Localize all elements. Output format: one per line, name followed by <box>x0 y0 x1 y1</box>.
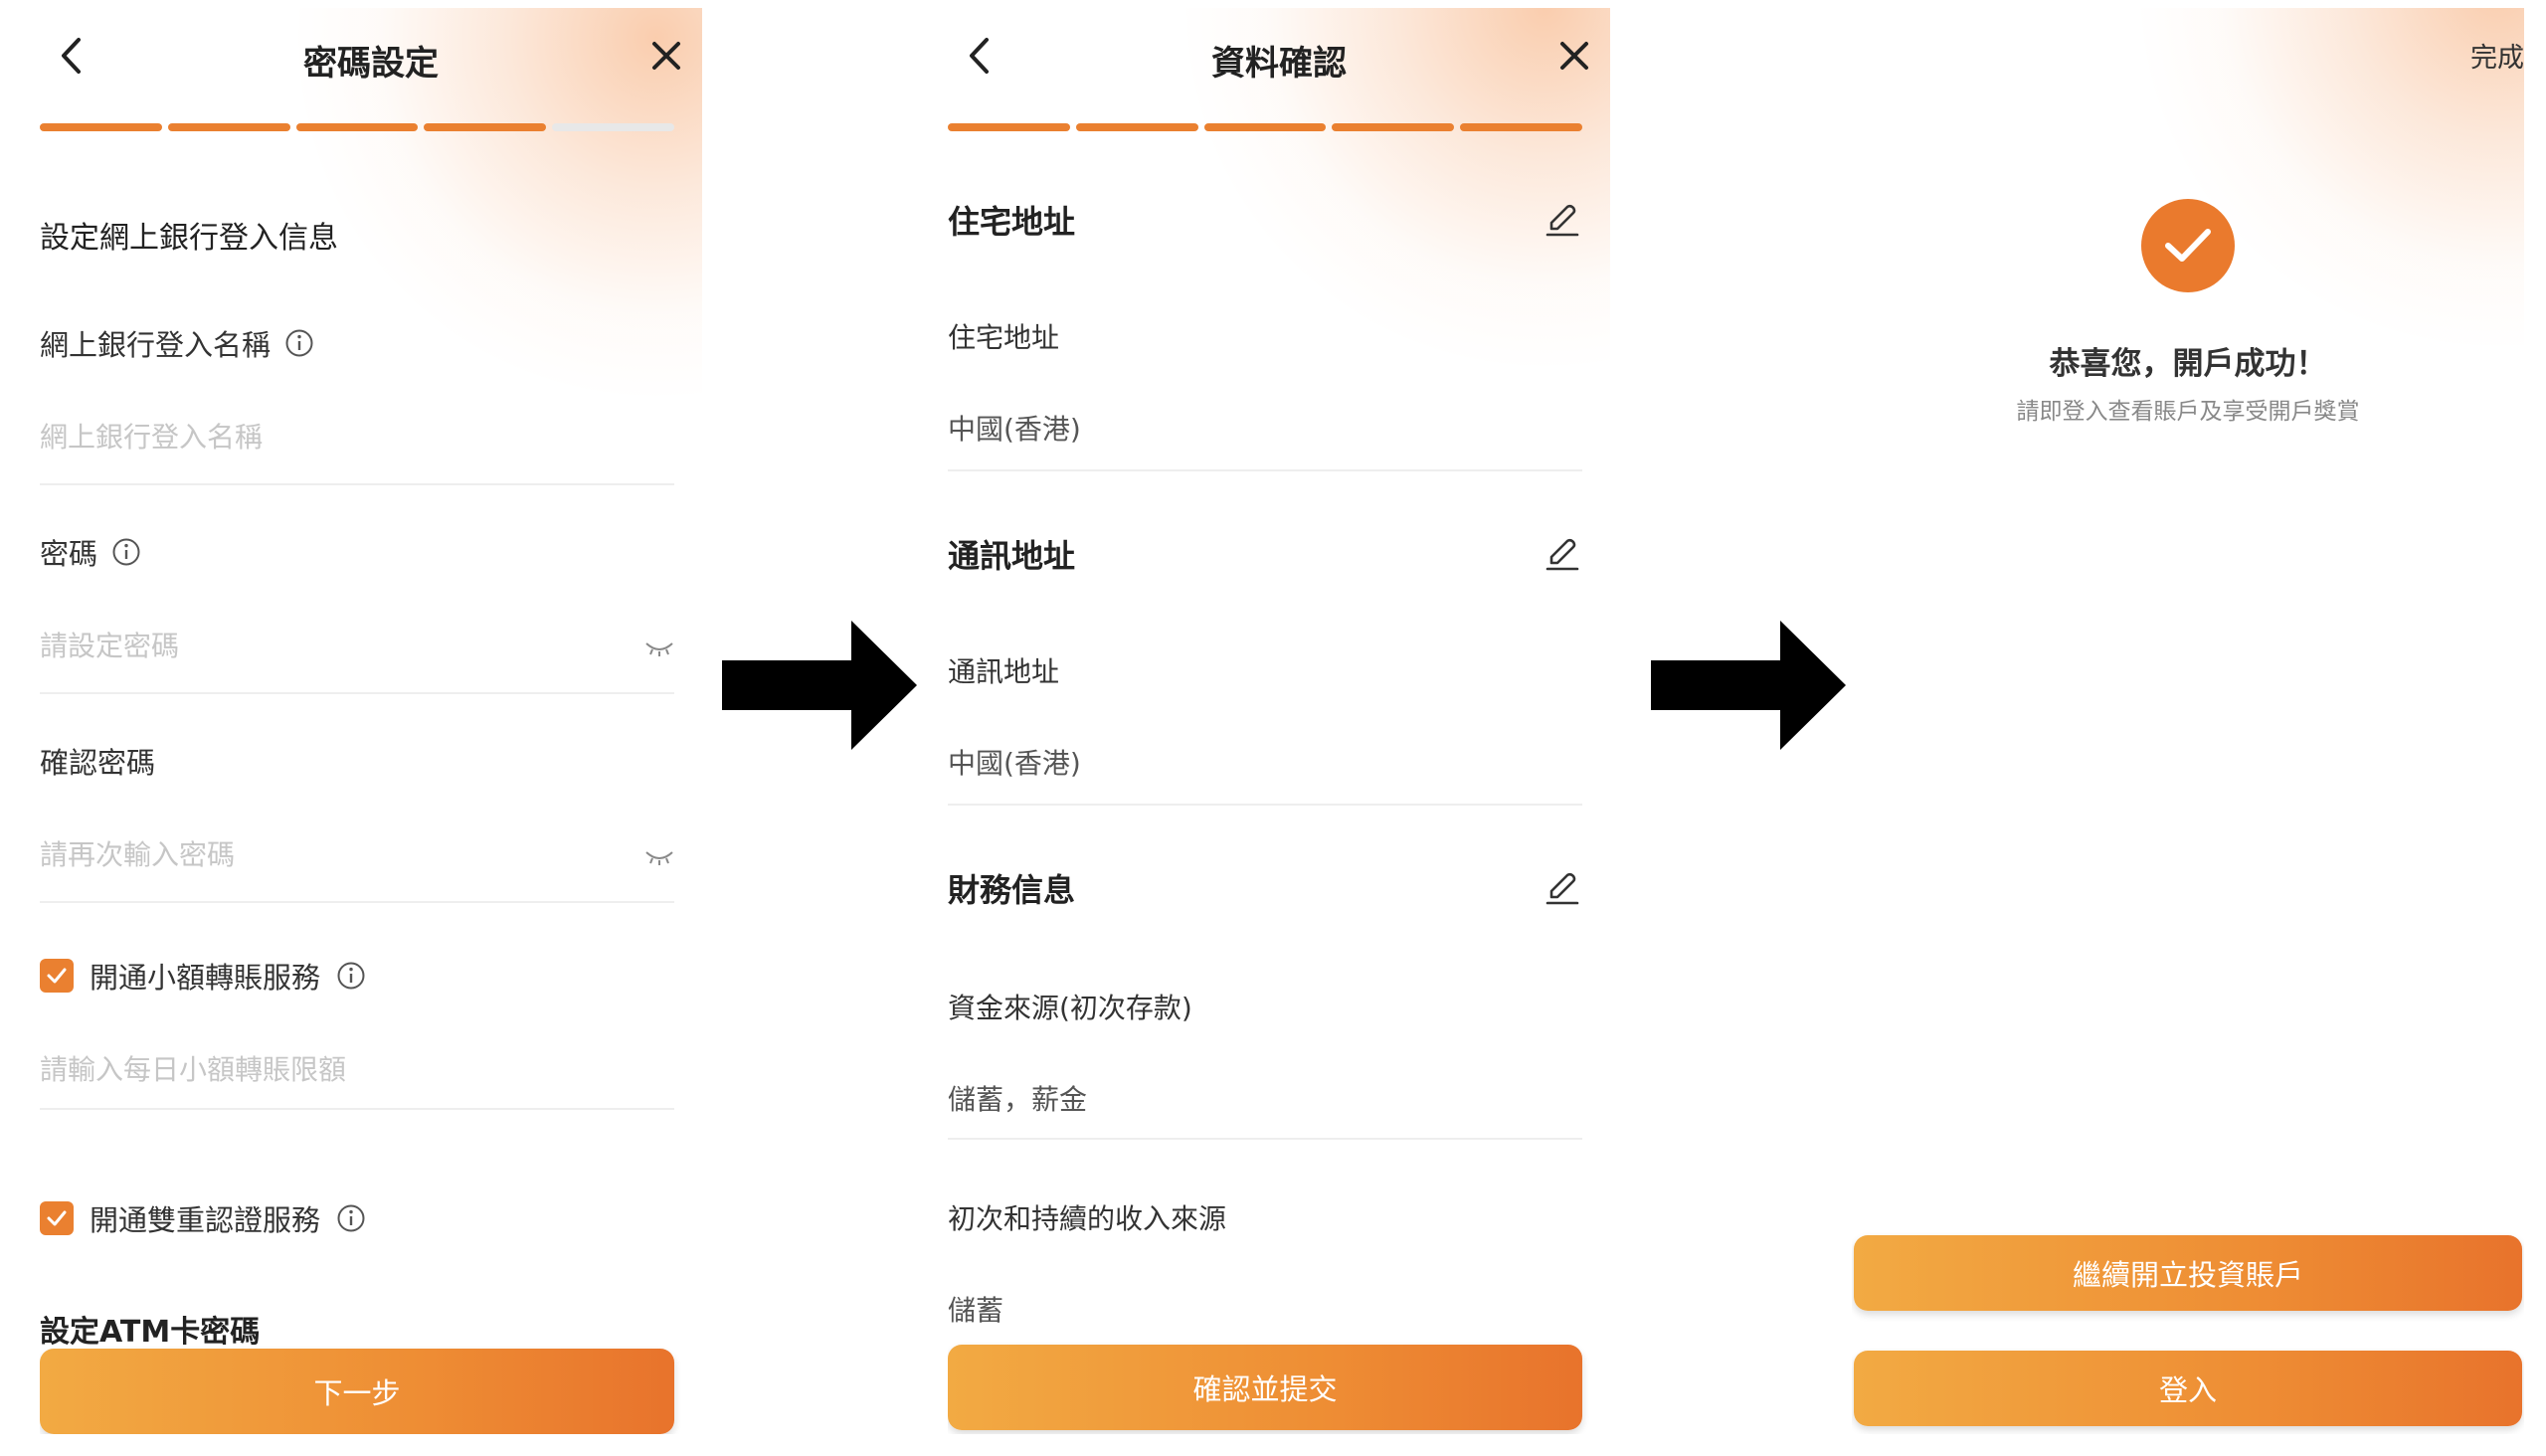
progress-step-complete <box>948 123 1070 131</box>
two-factor-option: 開通雙重認證服務 <box>40 1197 366 1239</box>
check-icon <box>2165 229 2211 262</box>
two-factor-checkbox[interactable] <box>40 1201 74 1235</box>
progress-step-complete <box>424 123 547 131</box>
password-setup-screen: 密碼設定 設定網上銀行登入信息 網上銀行登入名稱 密碼 確認密碼 開通小額轉賬服… <box>40 8 702 1434</box>
mailing-address-label: 通訊地址 <box>948 655 1060 688</box>
residential-address-value: 中國(香港) <box>948 413 1081 446</box>
pencil-icon <box>1546 204 1579 237</box>
info-icon[interactable] <box>111 537 141 567</box>
page-title: 密碼設定 <box>303 44 439 84</box>
password-input[interactable] <box>40 619 674 672</box>
divider <box>948 1138 1582 1140</box>
done-button[interactable]: 完成 <box>2470 36 2524 75</box>
confirm-password-label: 確認密碼 <box>40 746 156 780</box>
progress-step-complete <box>1460 123 1582 131</box>
small-transfer-checkbox[interactable] <box>40 959 74 993</box>
nav-bar: 資料確認 <box>948 8 1610 103</box>
confirm-submit-button[interactable]: 確認並提交 <box>948 1345 1582 1430</box>
small-transfer-label: 開通小額轉賬服務 <box>90 961 321 995</box>
progress-step-complete <box>40 123 162 131</box>
check-icon <box>47 1210 67 1226</box>
daily-limit-input[interactable] <box>40 1042 674 1096</box>
eye-closed-icon[interactable] <box>644 849 674 867</box>
mailing-address-value: 中國(香港) <box>948 747 1081 780</box>
progress-step-pending <box>552 123 674 131</box>
small-transfer-option: 開通小額轉賬服務 <box>40 955 366 997</box>
step-progress-bar <box>40 123 674 131</box>
open-investment-account-button[interactable]: 繼續開立投資賬戶 <box>1854 1235 2522 1311</box>
background-glow <box>2140 8 2524 346</box>
pencil-icon <box>1546 538 1579 571</box>
success-subtitle: 請即登入查看賬戶及享受開戶獎賞 <box>2016 399 2360 425</box>
progress-step-complete <box>1332 123 1455 131</box>
info-icon[interactable] <box>336 1203 366 1233</box>
mailing-address-header: 通訊地址 <box>948 531 1582 577</box>
step-progress-bar <box>948 123 1582 131</box>
check-icon <box>47 968 67 984</box>
income-source-value: 儲蓄 <box>948 1294 1004 1327</box>
info-icon[interactable] <box>336 961 366 991</box>
login-name-label-text: 網上銀行登入名稱 <box>40 328 272 362</box>
fund-source-label: 資金來源(初次存款) <box>948 992 1192 1024</box>
arrow-right-icon <box>1651 621 1846 750</box>
two-factor-label: 開通雙重認證服務 <box>90 1203 321 1237</box>
financial-info-header: 財務信息 <box>948 865 1582 911</box>
password-label-text: 密碼 <box>40 537 98 571</box>
progress-step-complete <box>167 123 290 131</box>
divider <box>948 469 1582 471</box>
progress-step-complete <box>295 123 419 131</box>
atm-pin-title: 設定ATM卡密碼 <box>40 1315 261 1350</box>
residential-address-label: 住宅地址 <box>948 321 1060 354</box>
progress-step-complete <box>1075 123 1198 131</box>
close-icon <box>1560 42 1588 70</box>
divider <box>948 804 1582 806</box>
success-title: 恭喜您，開戶成功！ <box>2049 346 2327 382</box>
divider <box>40 483 674 485</box>
edit-financial-button[interactable] <box>1543 868 1582 908</box>
section-title: 設定網上銀行登入信息 <box>40 221 338 256</box>
edit-residential-button[interactable] <box>1543 200 1582 240</box>
account-opened-success-screen: 完成 恭喜您，開戶成功！ 請即登入查看賬戶及享受開戶獎賞 繼續開立投資賬戶 登入 <box>1852 8 2524 1434</box>
password-label: 密碼 <box>40 531 141 573</box>
close-icon <box>652 42 680 70</box>
confirm-password-input[interactable] <box>40 827 674 881</box>
page-title: 資料確認 <box>1211 44 1347 84</box>
next-button[interactable]: 下一步 <box>40 1349 674 1434</box>
residential-address-header: 住宅地址 <box>948 197 1582 243</box>
success-badge <box>2141 199 2235 292</box>
nav-bar: 密碼設定 <box>40 8 702 103</box>
login-name-input[interactable] <box>40 410 674 463</box>
eye-closed-icon[interactable] <box>644 640 674 658</box>
financial-info-title: 財務信息 <box>948 871 1076 909</box>
divider <box>40 1108 674 1110</box>
fund-source-value: 儲蓄，薪金 <box>948 1083 1088 1116</box>
divider <box>40 692 674 694</box>
info-icon[interactable] <box>284 328 314 358</box>
income-source-label: 初次和持續的收入來源 <box>948 1202 1227 1235</box>
residential-address-title: 住宅地址 <box>948 203 1076 241</box>
divider <box>40 901 674 903</box>
pencil-icon <box>1546 872 1579 905</box>
information-confirmation-screen: 資料確認 住宅地址 住宅地址 中國(香港) 通訊地址 通訊地址 中國(香港) 財… <box>948 8 1610 1434</box>
close-button[interactable] <box>1546 28 1602 84</box>
mailing-address-title: 通訊地址 <box>948 537 1076 575</box>
edit-mailing-button[interactable] <box>1543 534 1582 574</box>
progress-step-complete <box>1203 123 1327 131</box>
arrow-right-icon <box>722 621 917 750</box>
login-button[interactable]: 登入 <box>1854 1351 2522 1426</box>
login-name-label: 網上銀行登入名稱 <box>40 322 314 364</box>
close-button[interactable] <box>638 28 694 84</box>
